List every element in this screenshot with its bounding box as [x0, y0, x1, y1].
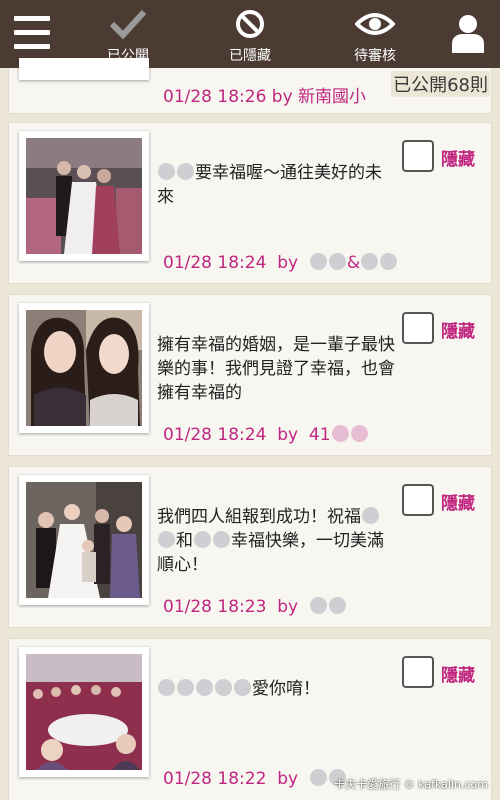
- user-profile-icon[interactable]: [450, 13, 486, 53]
- post-message: 愛你唷！: [157, 677, 397, 701]
- tab-hidden[interactable]: 已隱藏: [195, 0, 305, 68]
- hide-checkbox[interactable]: [402, 656, 434, 688]
- checkmark-icon: [109, 9, 147, 40]
- post-message: 擁有幸福的婚姻，是一輩子最快樂的事！我們見證了幸福，也會擁有幸福的: [157, 335, 395, 403]
- hide-label[interactable]: 隱藏: [441, 661, 475, 686]
- post-photo-frame: [19, 58, 149, 80]
- eye-icon: [355, 13, 395, 35]
- hide-label[interactable]: 隱藏: [441, 317, 475, 342]
- tab-hidden-label: 已隱藏: [229, 48, 271, 64]
- post-meta: 01/28 18:24 by 41: [163, 425, 369, 445]
- hide-checkbox[interactable]: [402, 484, 434, 516]
- hide-label[interactable]: 隱藏: [441, 145, 475, 170]
- post-photo: [26, 654, 142, 770]
- post-meta: 01/28 18:24 by &: [163, 253, 398, 273]
- post-photo-frame[interactable]: [19, 131, 149, 261]
- post-photo: [26, 138, 142, 254]
- hide-checkbox[interactable]: [402, 312, 434, 344]
- hide-label[interactable]: 隱藏: [441, 489, 475, 514]
- post-meta: 01/28 18:26 by 新南國小: [163, 87, 367, 107]
- published-count: 已公開68則: [391, 71, 490, 97]
- post-card: 我們四人組報到成功！祝福和 幸福快樂，一切美滿順心！ 01/28 18:23 by…: [8, 466, 492, 628]
- post-photo-frame[interactable]: [19, 475, 149, 605]
- post-photo: [26, 310, 142, 426]
- post-meta: 01/28 18:22 by: [163, 769, 347, 789]
- watermark: 卡夫卡愛旅行 © kafkalin.com: [334, 778, 488, 791]
- post-photo-frame[interactable]: [19, 647, 149, 777]
- tab-pending-label: 待審核: [354, 48, 396, 64]
- hide-checkbox[interactable]: [402, 140, 434, 172]
- post-card: 要幸福喔～通往美好的未來 01/28 18:24 by & 隱藏: [8, 122, 492, 284]
- post-message: 我們四人組報到成功！祝福和 幸福快樂，一切美滿順心！: [157, 507, 384, 575]
- prohibit-icon: [236, 10, 264, 38]
- tab-pending[interactable]: 待審核: [320, 0, 430, 68]
- post-meta: 01/28 18:23 by: [163, 597, 347, 617]
- post-card: 擁有幸福的婚姻，是一輩子最快樂的事！我們見證了幸福，也會擁有幸福的 01/28 …: [8, 294, 492, 456]
- hamburger-menu-icon[interactable]: [14, 16, 50, 50]
- post-message: 要幸福喔～通往美好的未來: [157, 163, 382, 207]
- post-photo: [26, 482, 142, 598]
- post-photo-frame[interactable]: [19, 303, 149, 433]
